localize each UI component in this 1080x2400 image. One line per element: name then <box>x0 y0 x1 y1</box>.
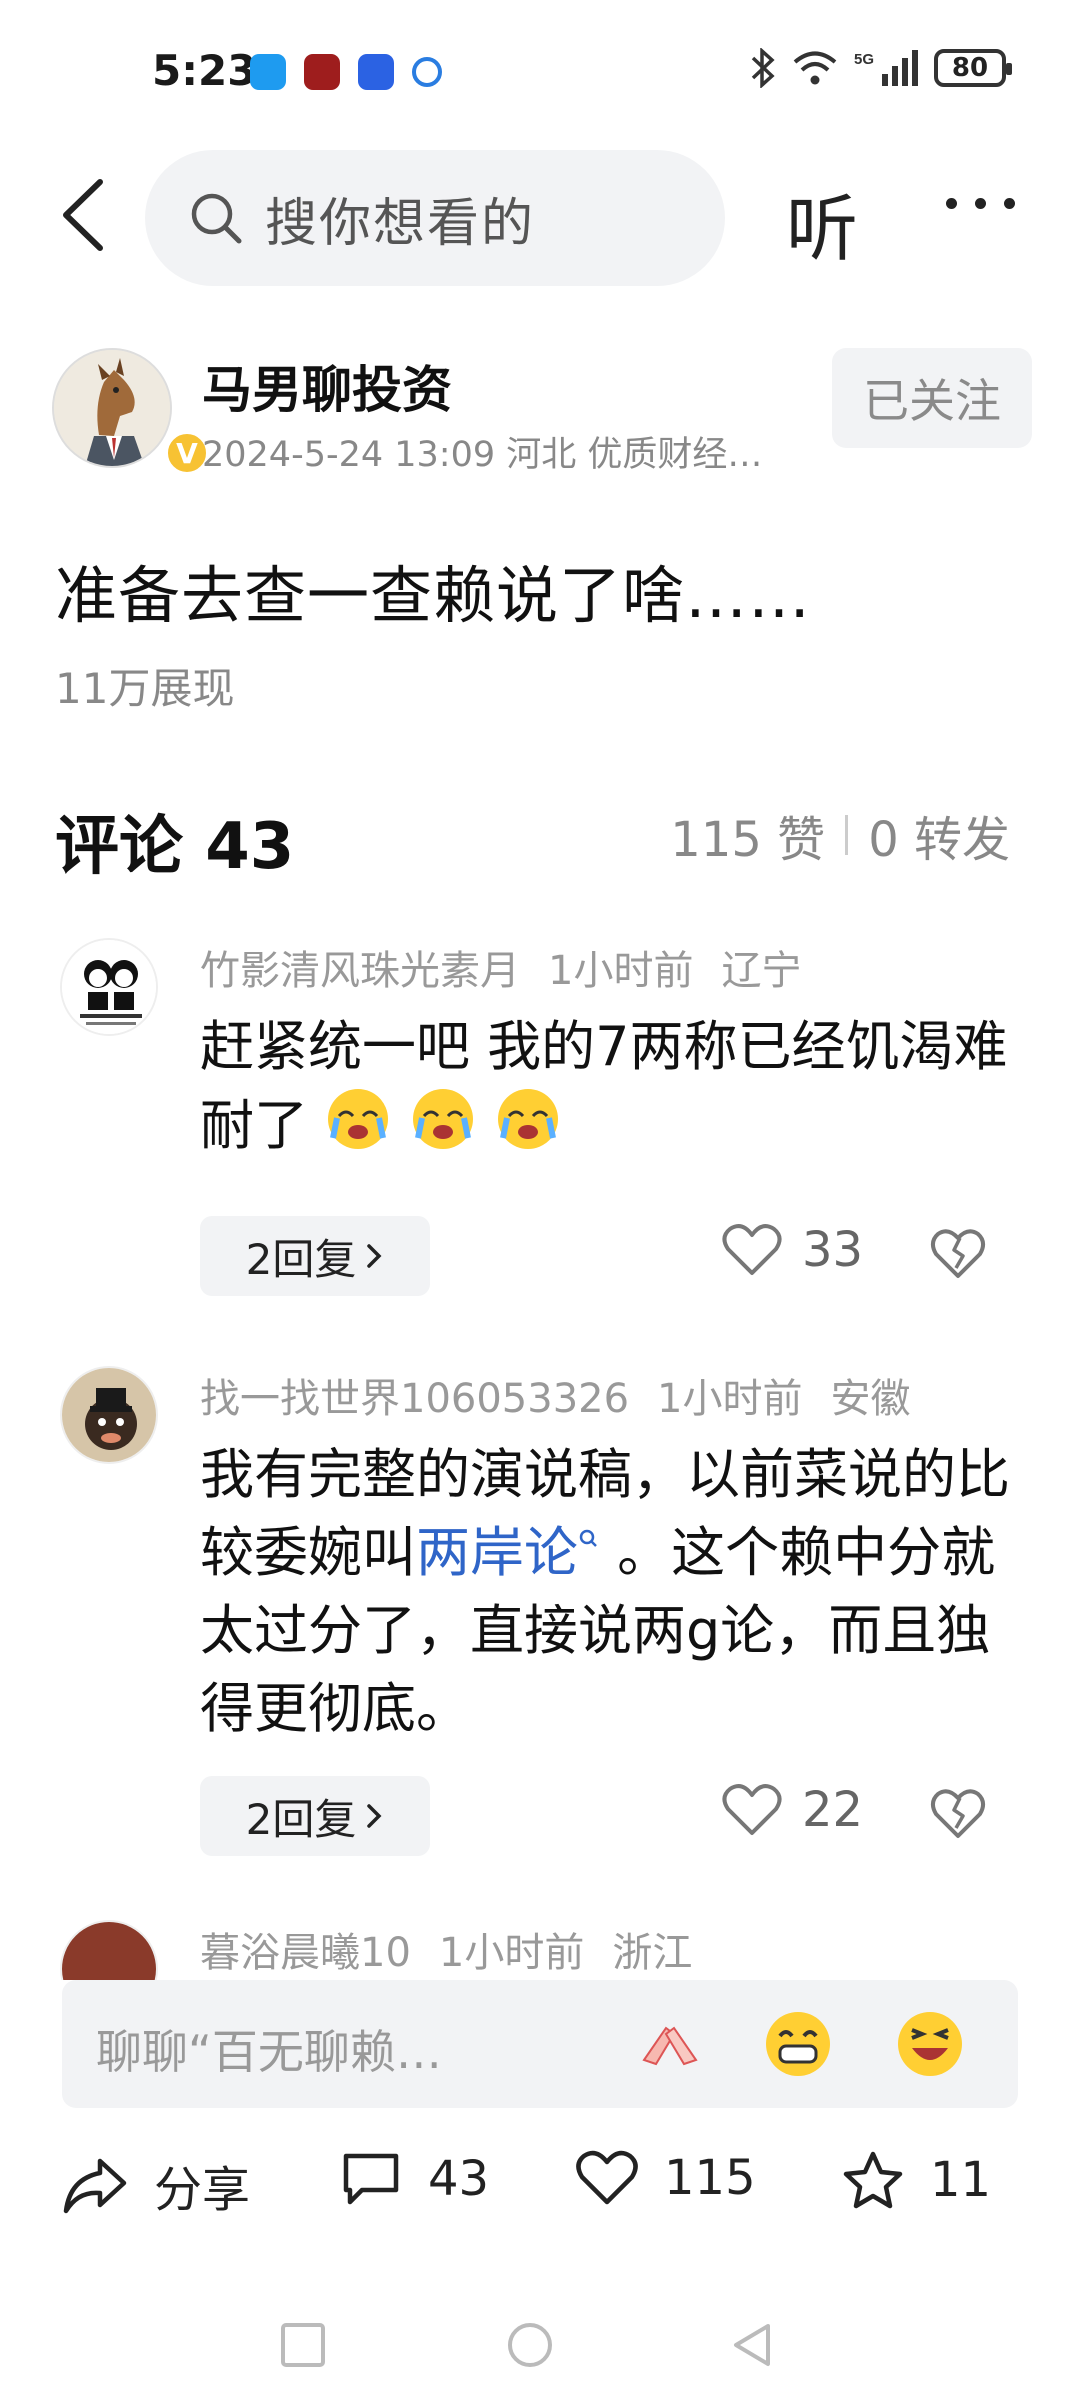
like-count: 33 <box>802 1222 864 1278</box>
comment-item: 竹影清风珠光素月 1小时前 辽宁 赶紧统一吧 我的7两称已经饥渴难耐了 2回复 33 <box>60 938 1020 1296</box>
comments-title: 评论 43 <box>55 810 295 884</box>
comment-input[interactable]: 聊聊“百无聊赖… <box>62 1980 1018 2108</box>
app-notification-icon <box>358 54 394 90</box>
notification-icons <box>250 54 442 90</box>
search-input[interactable]: 搜你想看的 <box>145 150 725 286</box>
comment-item: 暮浴晨曦10 1小时前 浙江 <box>60 1920 1020 1980</box>
back-arrow-icon[interactable] <box>50 170 120 260</box>
comment-location: 安徽 <box>830 1376 911 1422</box>
chevron-right-icon <box>367 1244 382 1268</box>
recent-apps-icon[interactable] <box>278 2320 328 2370</box>
comment-text: 赶紧统一吧 我的7两称已经饥渴难耐了 <box>200 1008 1020 1173</box>
comment-username[interactable]: 找一找世界106053326 <box>200 1376 629 1422</box>
heart-icon <box>576 2150 638 2205</box>
comment-bubble-icon <box>343 2153 399 2205</box>
bottom-action-bar: 分享 43 115 11 <box>0 2150 1080 2250</box>
status-time: 5:23 <box>152 46 257 95</box>
broken-heart-icon[interactable] <box>930 1786 986 1842</box>
likes-stat: 115 赞 <box>670 812 826 868</box>
comment-username[interactable]: 暮浴晨曦10 <box>200 1930 411 1976</box>
back-triangle-icon[interactable] <box>728 2320 778 2370</box>
search-icon <box>191 193 242 244</box>
bluetooth-icon <box>751 48 775 88</box>
battery-icon: 80 <box>934 49 1012 87</box>
search-term-link[interactable]: 两岸论 <box>416 1521 578 1584</box>
comment-meta: 竹影清风珠光素月 1小时前 辽宁 <box>200 938 829 996</box>
replies-button[interactable]: 2回复 <box>200 1776 430 1856</box>
clapping-hands-emoji-icon[interactable] <box>634 2008 706 2080</box>
author-meta: 2024-5-24 13:09 河北 优质财经… <box>202 435 763 475</box>
share-icon <box>63 2158 127 2214</box>
post-text: 准备去查一查赖说了啥…… <box>55 559 812 632</box>
comment-meta: 找一找世界106053326 1小时前 安徽 <box>200 1366 939 1424</box>
laughing-emoji-icon[interactable] <box>894 2008 966 2080</box>
comment-input-placeholder: 聊聊“百无聊赖… <box>96 2025 442 2079</box>
chat-notification-icon <box>412 57 442 87</box>
share-label: 分享 <box>154 2162 251 2218</box>
view-count: 11万展现 <box>55 664 235 713</box>
cartoon-avatar-icon <box>62 940 156 1034</box>
comment-location: 辽宁 <box>721 948 802 994</box>
comment-avatar[interactable] <box>60 938 158 1036</box>
like-count: 22 <box>802 1782 864 1838</box>
star-icon <box>843 2151 903 2209</box>
comment-meta: 暮浴晨曦10 1小时前 浙江 <box>200 1920 720 1978</box>
home-icon[interactable] <box>505 2320 555 2370</box>
shares-stat: 0 转发 <box>868 812 1010 868</box>
top-nav: 搜你想看的 听 <box>0 140 1080 290</box>
listen-button[interactable]: 听 <box>786 170 858 275</box>
figure-avatar-icon <box>62 1368 156 1462</box>
heart-icon <box>722 1784 782 1835</box>
comment-count-button[interactable]: 43 <box>340 2150 489 2208</box>
like-button[interactable]: 33 <box>722 1222 863 1278</box>
favorite-count: 11 <box>930 2152 992 2208</box>
comment-username[interactable]: 竹影清风珠光素月 <box>200 948 520 994</box>
like-button[interactable]: 22 <box>722 1782 863 1838</box>
heart-icon <box>722 1224 782 1275</box>
follow-button[interactable]: 已关注 <box>832 348 1032 448</box>
bank-notification-icon <box>304 54 340 90</box>
broken-heart-icon[interactable] <box>930 1226 986 1282</box>
author-avatar[interactable] <box>52 348 172 468</box>
author-name[interactable]: 马男聊投资 <box>202 350 452 422</box>
status-right: 5G 80 <box>750 48 1012 88</box>
comment-count: 43 <box>428 2151 490 2207</box>
svg-text:5G: 5G <box>854 51 874 68</box>
like-count: 115 <box>664 2150 756 2206</box>
comment-time: 1小时前 <box>548 948 694 994</box>
replies-label: 2回复 <box>245 1794 357 1844</box>
divider <box>845 815 849 855</box>
author-row: V 马男聊投资 2024-5-24 13:09 河北 优质财经… 已关注 <box>52 348 1032 478</box>
comment-location: 浙江 <box>612 1930 693 1976</box>
comment-avatar[interactable] <box>60 1366 158 1464</box>
comment-item: 找一找世界106053326 1小时前 安徽 我有完整的演说稿，以前菜说的比较委婉叫… <box>60 1366 1020 1856</box>
status-bar: 5:23 5G 80 <box>0 0 1080 140</box>
search-link-icon <box>579 1529 597 1547</box>
search-placeholder: 搜你想看的 <box>265 193 536 254</box>
comment-time: 1小时前 <box>657 1376 803 1422</box>
chevron-right-icon <box>367 1804 382 1828</box>
replies-button[interactable]: 2回复 <box>200 1216 430 1296</box>
signal-5g-icon: 5G <box>854 50 918 86</box>
more-options-icon[interactable] <box>946 198 1015 209</box>
message-notification-icon <box>250 54 286 90</box>
crying-emoji-icon <box>325 1086 561 1173</box>
post-stats: 115 赞 0 转发 <box>670 800 1010 870</box>
comment-text: 我有完整的演说稿，以前菜说的比较委婉叫两岸论 。这个赖中分就太过分了，直接说两g… <box>200 1436 1020 1748</box>
favorite-button[interactable]: 11 <box>842 2150 991 2210</box>
grinning-emoji-icon[interactable] <box>762 2008 834 2080</box>
horse-avatar-icon <box>54 350 170 466</box>
share-button[interactable]: 分享 <box>62 2150 250 2220</box>
comment-avatar[interactable] <box>60 1920 158 1980</box>
comment-time: 1小时前 <box>438 1930 585 1976</box>
like-count-button[interactable]: 115 <box>576 2150 756 2206</box>
replies-label: 2回复 <box>245 1234 357 1284</box>
comment-text-body: 赶紧统一吧 我的7两称已经饥渴难耐了 <box>200 1015 1008 1158</box>
wifi-icon <box>793 51 837 85</box>
system-nav-bar <box>0 2300 1080 2400</box>
